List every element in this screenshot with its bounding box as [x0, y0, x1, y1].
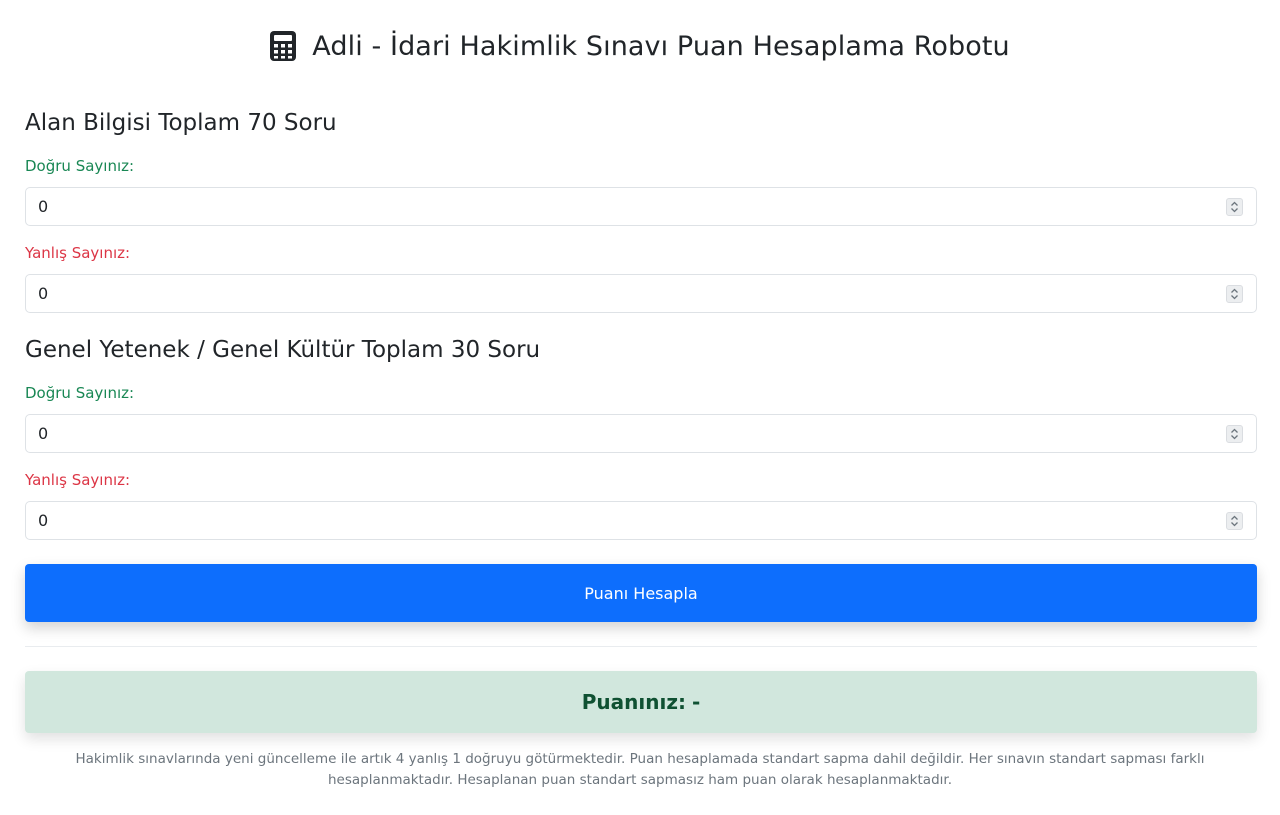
alan-wrong-input[interactable]: [26, 275, 1256, 312]
genel-wrong-label: Yanlış Sayınız:: [25, 471, 131, 489]
genel-wrong-field: [25, 501, 1257, 540]
genel-correct-input[interactable]: [26, 415, 1256, 452]
genel-wrong-spinner[interactable]: [1226, 512, 1243, 530]
up-down-chevron-icon: [1231, 428, 1238, 440]
result-label: Puanınız:: [581, 690, 686, 714]
result-value: -: [691, 690, 701, 714]
alan-correct-field: [25, 187, 1257, 226]
calculate-score-button[interactable]: Puanı Hesapla: [25, 564, 1257, 622]
alan-correct-label: Doğru Sayınız:: [25, 157, 135, 175]
alan-correct-input[interactable]: [26, 188, 1256, 225]
result-box: Puanınız: -: [25, 671, 1257, 733]
genel-correct-label: Doğru Sayınız:: [25, 384, 135, 402]
alan-wrong-spinner[interactable]: [1226, 285, 1243, 303]
section-title-genel-yetenek: Genel Yetenek / Genel Kültür Toplam 30 S…: [25, 337, 541, 363]
alan-wrong-field: [25, 274, 1257, 313]
up-down-chevron-icon: [1231, 515, 1238, 527]
genel-correct-spinner[interactable]: [1226, 425, 1243, 443]
section-title-alan-bilgisi: Alan Bilgisi Toplam 70 Soru: [25, 110, 337, 136]
calculator-icon: [270, 31, 297, 61]
alan-wrong-label: Yanlış Sayınız:: [25, 244, 131, 262]
page-title-text: Adli - İdari Hakimlik Sınavı Puan Hesapl…: [312, 30, 1010, 62]
genel-correct-field: [25, 414, 1257, 453]
alan-correct-spinner[interactable]: [1226, 198, 1243, 216]
up-down-chevron-icon: [1231, 288, 1238, 300]
divider: [25, 646, 1257, 647]
page-title: Adli - İdari Hakimlik Sınavı Puan Hesapl…: [0, 26, 1280, 66]
up-down-chevron-icon: [1231, 201, 1238, 213]
genel-wrong-input[interactable]: [26, 502, 1256, 539]
footnote-text: Hakimlik sınavlarında yeni güncelleme il…: [75, 751, 1205, 788]
